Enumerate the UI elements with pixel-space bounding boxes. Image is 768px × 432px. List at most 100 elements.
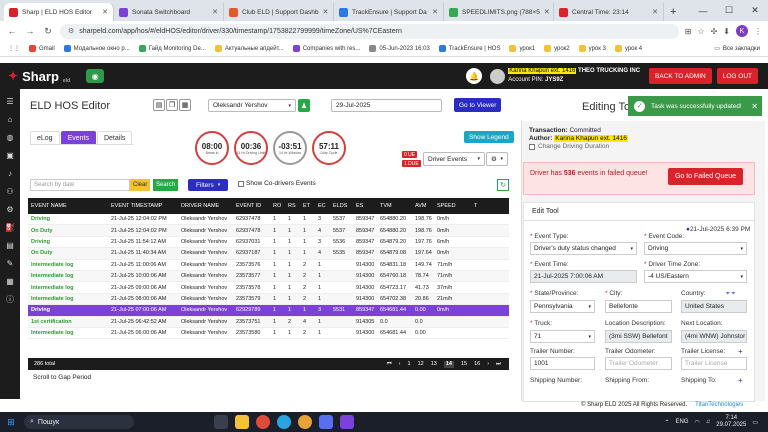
column-header[interactable]: ET (300, 203, 315, 209)
tab-elog[interactable]: eLog (30, 131, 60, 144)
column-header[interactable]: RS (285, 203, 300, 209)
task-view-icon[interactable] (214, 415, 228, 429)
menu-kebab-icon[interactable]: ⋮ (754, 27, 762, 36)
bookmark-item[interactable]: урок2 (544, 45, 570, 52)
browser-tab[interactable]: Club ELD | Support Dashb ✕ (224, 3, 334, 21)
truck-select[interactable]: 71 ▾ (530, 330, 595, 343)
page-13[interactable]: 13 (431, 361, 437, 368)
chrome-profile-icon[interactable] (298, 415, 312, 429)
filters-button[interactable]: Filters ▾ (188, 179, 229, 191)
bookmark-star-icon[interactable]: ☆ (697, 27, 704, 36)
table-row[interactable]: Intermediate log 21-Jul-25 08:00:06 AM Ole… (28, 293, 509, 306)
browser-tab[interactable]: Sonata Switchboard ✕ (114, 3, 224, 21)
bookmark-item[interactable]: Актуальные апдейт... (214, 45, 284, 52)
chart-icon[interactable]: ▤ (6, 240, 14, 251)
windows-start-icon[interactable]: ⊞ (0, 417, 22, 428)
clear-button[interactable]: Clear (130, 179, 151, 191)
due-badge[interactable]: 1 DUE (402, 160, 421, 167)
table-row[interactable]: Intermediate log 21-Jul-25 06:00:06 AM Ole… (28, 327, 509, 340)
page-15[interactable]: 15 (461, 361, 467, 368)
location-pin-icon[interactable]: ⌖ ⌖ (726, 290, 735, 298)
table-row[interactable]: 1st certification 21-Jul-25 06:42:52 AM Ol… (28, 316, 509, 328)
go-to-viewer-button[interactable]: Go to Viewer (454, 98, 502, 112)
event-time-input[interactable]: 21-Jul-2025 7:00:06 AM (530, 270, 637, 283)
table-row[interactable]: Intermediate log 21-Jul-25 09:00:06 AM Ole… (28, 282, 509, 294)
next-location-input[interactable]: (4mi WNW) Johnstor (681, 330, 747, 343)
go-to-failed-queue-button[interactable]: Go to Failed Queue (668, 168, 743, 185)
translate-icon[interactable]: ⊞ (685, 27, 692, 36)
minimize-icon[interactable]: — (690, 6, 716, 16)
table-row[interactable]: Intermediate log 21-Jul-25 10:00:06 AM Ole… (28, 270, 509, 283)
downloads-icon[interactable]: ⬇ (723, 27, 730, 36)
bookmark-item[interactable]: урок1 (509, 45, 535, 52)
store-icon[interactable] (319, 415, 333, 429)
trailer-odometer-input[interactable]: Trailer Odometer (605, 357, 672, 370)
column-header[interactable]: AVM (412, 203, 434, 209)
table-row[interactable]: Intermediate log 21-Jul-25 11:00:06 AM Ole… (28, 259, 509, 271)
all-bookmarks-folder[interactable]: ▭ Все закладки (714, 45, 760, 53)
search-button[interactable]: Search (153, 179, 179, 191)
truck-icon[interactable]: ▣ (6, 150, 14, 161)
prev-page-icon[interactable]: ‹ (399, 361, 401, 368)
back-icon[interactable]: ← (6, 26, 18, 36)
tab-details[interactable]: Details (96, 131, 133, 144)
address-bar[interactable]: ⚙ sharpeld.com/app/hos/#/eldHOS/editor/d… (60, 23, 679, 39)
extensions-icon[interactable]: ✣ (711, 27, 718, 36)
column-header[interactable]: EC (315, 203, 330, 209)
hamburger-menu-icon[interactable]: ☰ (6, 96, 13, 107)
country-input[interactable]: United States (681, 300, 747, 313)
driver-select[interactable]: Oleksandr Yershov ▾ (208, 99, 296, 112)
last-page-icon[interactable]: ⏭ (496, 361, 501, 368)
files-icon[interactable]: ▦ (6, 276, 14, 287)
table-row[interactable]: On Duty 21-Jul-25 11:40:34 AM Oleksandr Ye… (28, 248, 509, 260)
checkbox-box[interactable] (238, 180, 244, 187)
telegram-icon[interactable] (277, 415, 291, 429)
logout-button[interactable]: LOG OUT (716, 68, 758, 84)
browser-tab[interactable]: Central Time: 23:14 ✕ (554, 3, 664, 21)
grid-icon[interactable]: ▦ (179, 99, 191, 111)
date-picker[interactable]: 29-Jul-2025 (331, 99, 442, 112)
view-select[interactable]: Driver Events ▾ (423, 152, 485, 166)
maximize-icon[interactable]: ☐ (716, 5, 742, 16)
tab-events[interactable]: Events (60, 131, 96, 144)
view-mode-eye-icon[interactable]: ◉ (86, 69, 105, 83)
driver-tz-select[interactable]: -4 US/Eastern ▾ (644, 270, 747, 283)
column-header[interactable]: DRIVER NAME (178, 203, 233, 209)
close-window-icon[interactable]: ✕ (742, 5, 768, 16)
tab-close-icon[interactable]: ✕ (212, 8, 218, 16)
column-header[interactable]: EVENT NAME (28, 203, 108, 209)
location-description-input[interactable]: (3mi SSW) Bellefont (605, 330, 672, 343)
tools-icon[interactable]: ✎ (7, 258, 14, 269)
new-tab-button[interactable]: + (664, 3, 682, 21)
settings-icon[interactable]: ⚙ (6, 204, 13, 215)
page-16[interactable]: 16 (474, 361, 480, 368)
tab-close-icon[interactable]: ✕ (322, 8, 328, 16)
tab-close-icon[interactable]: ✕ (102, 8, 108, 16)
add-shipping-icon[interactable]: + (738, 376, 743, 385)
file-explorer-icon[interactable] (235, 415, 249, 429)
notifications-bell-icon[interactable]: 🔔 (466, 68, 483, 84)
bookmark-item[interactable]: TrackEnsure | HOS (438, 45, 500, 52)
notification-icon[interactable]: ▭ (752, 419, 758, 426)
bookmark-item[interactable]: Гайд Monitoring De... (138, 45, 206, 52)
table-row[interactable]: On Duty 21-Jul-25 12:04:02 PM Oleksandr Ye… (28, 225, 509, 237)
page-1[interactable]: 1 (408, 361, 411, 368)
table-row[interactable]: Driving 21-Jul-25 12:04:02 PM Oleksandr Ye… (28, 214, 509, 226)
column-header[interactable]: EVENT ID (233, 203, 270, 209)
column-header[interactable]: EVENT TIMESTAMP (108, 203, 178, 209)
search-by-date-input[interactable]: Search by date (30, 179, 130, 191)
bookmark-item[interactable]: 05-Jun-2023 16:03 (369, 45, 430, 52)
wifi-icon[interactable]: ◠ (695, 419, 700, 426)
column-header[interactable]: ES (353, 203, 377, 209)
bookmark-item[interactable]: урок 4 (614, 45, 642, 52)
event-code-select[interactable]: Driving ▾ (644, 242, 747, 255)
page-14[interactable]: 14 (443, 360, 454, 368)
home-icon[interactable]: ⌂ (8, 114, 13, 125)
column-header[interactable]: RO (270, 203, 285, 209)
profile-avatar[interactable]: K (736, 25, 748, 37)
volume-icon[interactable]: ♫ (706, 419, 711, 425)
sharp-logo[interactable]: ✦ Sharp eld (0, 68, 70, 85)
language-indicator[interactable]: ENG (676, 419, 689, 425)
trailer-number-input[interactable]: 1001 (530, 357, 595, 370)
show-legend-button[interactable]: Show Legend (464, 131, 514, 143)
